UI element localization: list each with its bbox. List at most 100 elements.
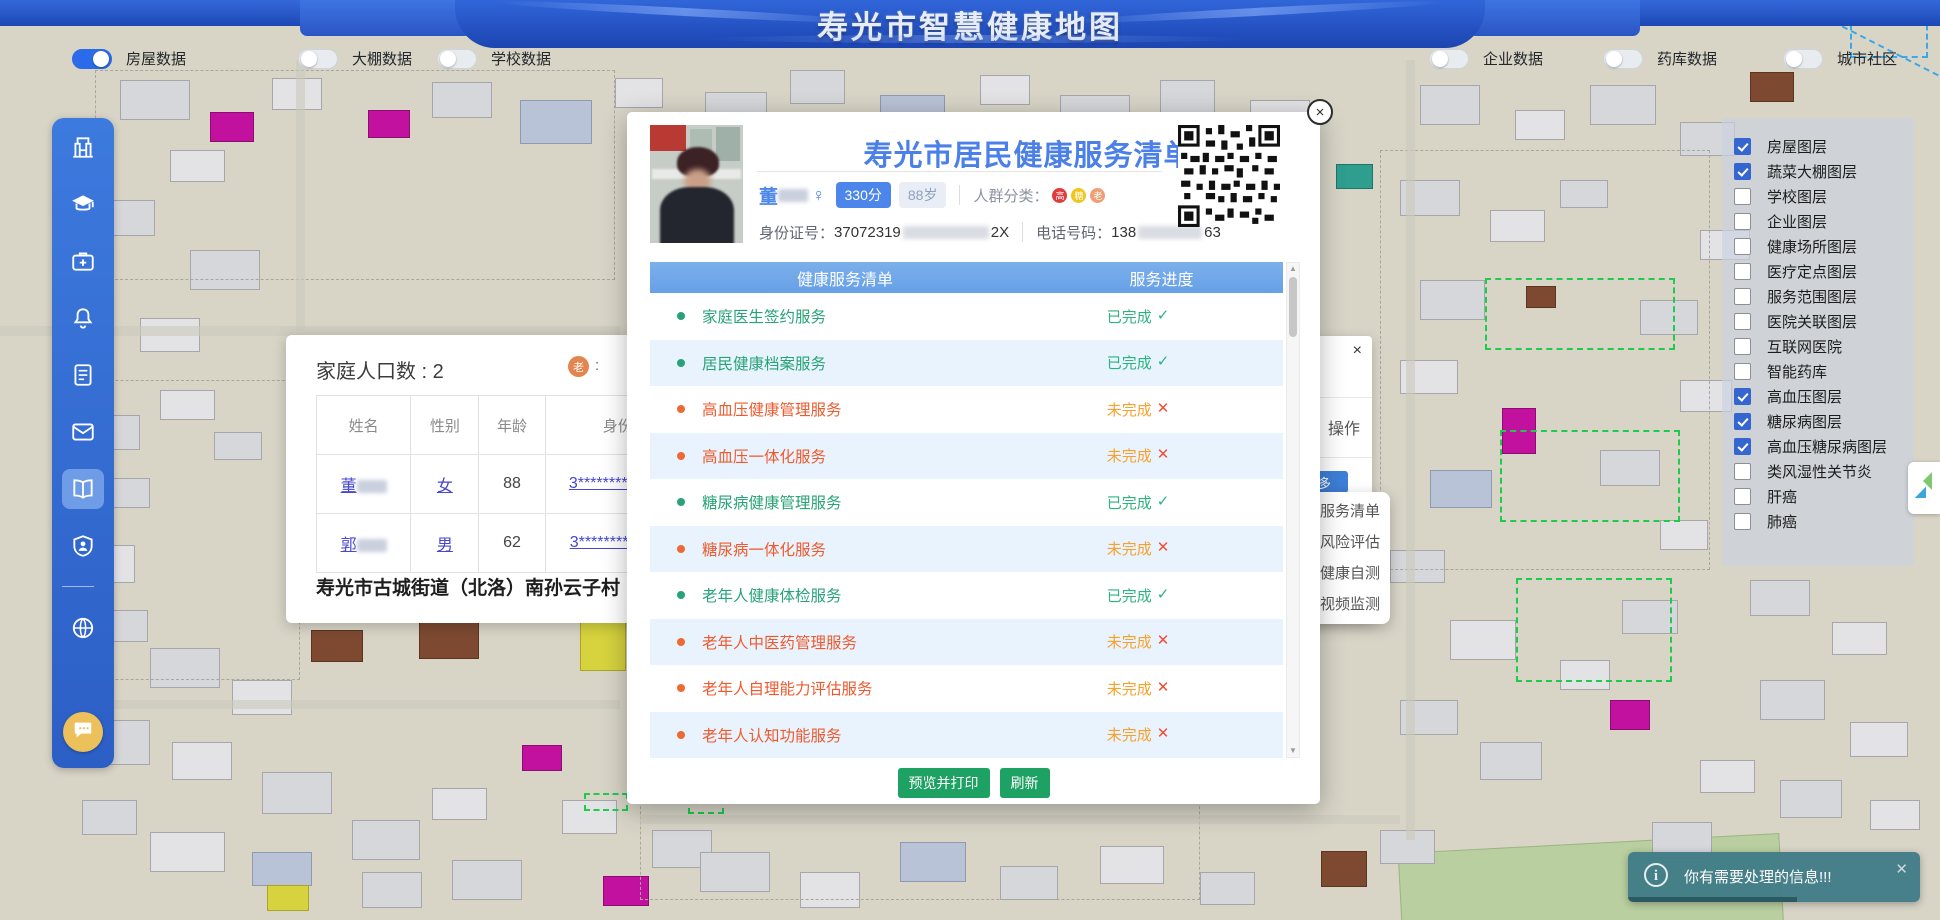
checkbox[interactable] [1734,188,1751,205]
map-road [296,60,305,330]
layer-checkbox-item[interactable]: 蔬菜大棚图层 [1734,159,1914,184]
toggle-switch[interactable] [1603,49,1643,69]
service-row[interactable]: 糖尿病一体化服务 未完成 ✕ [650,526,1283,573]
member-name[interactable]: 董 [317,455,411,514]
health-report-icon[interactable] [62,358,104,392]
toggle-switch[interactable] [298,49,338,69]
bell-alert-icon[interactable] [62,301,104,335]
checkbox[interactable] [1734,413,1751,430]
service-name[interactable]: 老年人自理能力评估服务 [702,677,873,699]
first-aid-icon[interactable] [62,244,104,278]
chat-button[interactable] [63,712,103,752]
checkbox[interactable] [1734,263,1751,280]
building-icon[interactable] [62,130,104,164]
toggle-knob [93,51,109,67]
checkbox[interactable] [1734,238,1751,255]
service-name[interactable]: 老年人认知功能服务 [702,724,842,746]
checkbox[interactable] [1734,163,1751,180]
service-name[interactable]: 糖尿病一体化服务 [702,538,826,560]
layer-checkbox-item[interactable]: 医院关联图层 [1734,309,1914,334]
layer-checkbox-item[interactable]: 学校图层 [1734,184,1914,209]
scrollbar-thumb[interactable] [1289,277,1297,337]
service-row[interactable]: 居民健康档案服务 已完成 ✓ [650,340,1283,387]
checkbox[interactable] [1734,463,1751,480]
notification-close-icon[interactable]: ✕ [1895,860,1908,878]
table-scrollbar[interactable]: ▲ ▼ [1286,262,1300,758]
layer-checkbox-item[interactable]: 服务范围图层 [1734,284,1914,309]
checkbox[interactable] [1734,338,1751,355]
close-icon[interactable]: × [1353,342,1362,360]
photo-detail [650,125,686,151]
service-name[interactable]: 老年人健康体检服务 [702,584,842,606]
checkbox[interactable] [1734,288,1751,305]
service-row[interactable]: 老年人中医药管理服务 未完成 ✕ [650,619,1283,666]
data-toggle[interactable]: 学校数据 [437,48,551,69]
service-row[interactable]: 老年人认知功能服务 未完成 ✕ [650,712,1283,759]
layer-checkbox-item[interactable]: 高血压糖尿病图层 [1734,434,1914,459]
checkbox[interactable] [1734,213,1751,230]
shield-user-icon[interactable] [62,529,104,563]
service-row[interactable]: 糖尿病健康管理服务 已完成 ✓ [650,479,1283,526]
checkbox[interactable] [1734,438,1751,455]
toggle-knob [301,51,317,67]
service-name[interactable]: 高血压一体化服务 [702,445,826,467]
service-name[interactable]: 糖尿病健康管理服务 [702,491,842,513]
checkbox[interactable] [1734,138,1751,155]
toggle-switch[interactable] [1429,49,1469,69]
toggle-knob [1786,51,1802,67]
checkbox[interactable] [1734,388,1751,405]
data-toggle[interactable]: 大棚数据 [298,48,412,69]
member-name[interactable]: 郭 [317,514,411,573]
service-name[interactable]: 家庭医生签约服务 [702,305,826,327]
service-row[interactable]: 家庭医生签约服务 已完成 ✓ [650,293,1283,340]
data-toggle[interactable]: 房屋数据 [72,48,186,69]
layer-checkbox-item[interactable]: 医疗定点图层 [1734,259,1914,284]
layer-checkbox-item[interactable]: 企业图层 [1734,209,1914,234]
member-gender[interactable]: 男 [411,514,479,573]
preview-print-button[interactable]: 预览并打印 [898,768,990,798]
modal-close-button[interactable]: × [1307,99,1333,125]
status-mark-icon: ✕ [1157,399,1170,420]
graduation-cap-icon[interactable] [62,187,104,221]
layer-checkbox-item[interactable]: 健康场所图层 [1734,234,1914,259]
layer-checkbox-item[interactable]: 互联网医院 [1734,334,1914,359]
toggle-switch[interactable] [437,49,477,69]
layer-checkbox-item[interactable]: 房屋图层 [1734,134,1914,159]
service-name[interactable]: 居民健康档案服务 [702,352,826,374]
toggle-switch[interactable] [72,49,112,69]
service-name[interactable]: 高血压健康管理服务 [702,398,842,420]
layer-checkbox-item[interactable]: 高血压图层 [1734,384,1914,409]
layer-checkbox-item[interactable]: 肺癌 [1734,509,1914,534]
envelope-icon[interactable] [62,415,104,449]
group-dot: 高 [1052,188,1067,203]
layer-checkbox-item[interactable]: 肝癌 [1734,484,1914,509]
status-dot [677,498,685,506]
globe-icon[interactable] [62,611,104,645]
data-toggle[interactable]: 药库数据 [1603,48,1717,69]
data-toggle[interactable]: 企业数据 [1429,48,1543,69]
checkbox[interactable] [1734,313,1751,330]
service-row[interactable]: 老年人自理能力评估服务 未完成 ✕ [650,665,1283,712]
checkbox[interactable] [1734,363,1751,380]
service-name[interactable]: 老年人中医药管理服务 [702,631,857,653]
data-toggle[interactable]: 城市社区 [1783,48,1897,69]
checkbox[interactable] [1734,488,1751,505]
layer-checkbox-item[interactable]: 智能药库 [1734,359,1914,384]
checkbox[interactable] [1734,513,1751,530]
member-gender[interactable]: 女 [411,455,479,514]
service-book-icon[interactable] [62,469,104,509]
map-building [615,78,663,108]
service-row[interactable]: 高血压健康管理服务 未完成 ✕ [650,386,1283,433]
toggle-switch[interactable] [1783,49,1823,69]
person-surname[interactable]: 董 [759,182,778,209]
blurred-name [357,480,387,493]
layer-checkbox-item[interactable]: 类风湿性关节炎 [1734,459,1914,484]
scroll-down-arrow[interactable]: ▼ [1287,745,1299,757]
layer-checkbox-item[interactable]: 糖尿病图层 [1734,409,1914,434]
app-root: 寿光市智慧健康地图 房屋数据 大棚数据 学校数据 企业数据 [0,0,1940,920]
scroll-up-arrow[interactable]: ▲ [1287,263,1299,275]
map-layer-switcher[interactable] [1908,462,1940,514]
refresh-button[interactable]: 刷新 [1000,768,1050,798]
service-row[interactable]: 老年人健康体检服务 已完成 ✓ [650,572,1283,619]
service-row[interactable]: 高血压一体化服务 未完成 ✕ [650,433,1283,480]
